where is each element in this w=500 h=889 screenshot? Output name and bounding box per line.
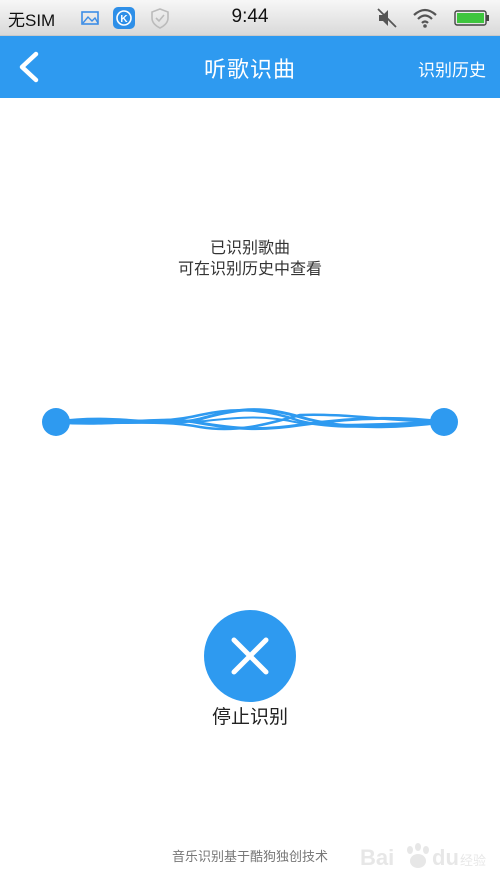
- svg-text:du: du: [432, 845, 459, 870]
- battery-icon: [454, 10, 489, 26]
- recognition-message: 已识别歌曲 可在识别历史中查看: [0, 237, 500, 279]
- wave-right-dot: [430, 408, 458, 436]
- stop-recognition-button[interactable]: [204, 610, 296, 702]
- recognition-history-button[interactable]: 识别历史: [418, 56, 486, 81]
- svg-text:Bai: Bai: [360, 845, 394, 870]
- baidu-watermark-logo: Bai du 经验: [360, 843, 486, 870]
- message-line-2: 可在识别历史中查看: [177, 259, 322, 278]
- status-bar: 无SIM K 9:44: [0, 0, 500, 36]
- mute-icon: [377, 8, 397, 28]
- wave-left-dot: [42, 408, 70, 436]
- stop-recognition-label[interactable]: 停止识别: [0, 702, 500, 729]
- close-icon: [231, 637, 269, 675]
- message-line-1: 已识别歌曲: [209, 238, 290, 257]
- wifi-icon: [413, 8, 437, 28]
- svg-text:经验: 经验: [460, 853, 486, 869]
- sound-wave: [42, 408, 458, 436]
- app-header: 听歌识曲 识别历史: [0, 36, 500, 98]
